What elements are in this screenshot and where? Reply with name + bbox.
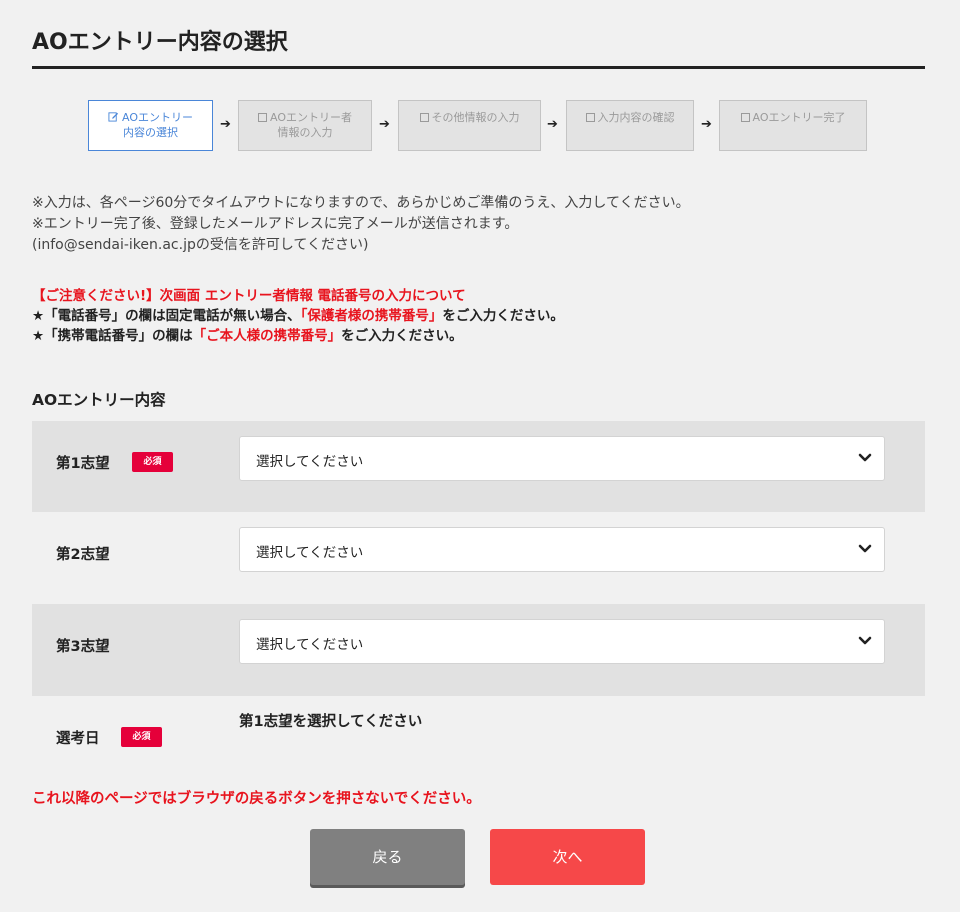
- step-arrow-icon: ➔: [379, 117, 390, 132]
- exam-date-value: 第1志望を選択してください: [239, 714, 423, 730]
- notice-line: ※エントリー完了後、登録したメールアドレスに完了メールが送信されます。: [32, 216, 519, 232]
- checkbox-icon: [258, 113, 267, 122]
- caution-line-2: ★「携帯電話番号」の欄は「ご本人様の携帯番号」をご入力ください。: [32, 328, 463, 344]
- back-button-warning: これ以降のページではブラウザの戻るボタンを押さないでください。: [32, 791, 481, 807]
- next-button[interactable]: 次へ: [490, 829, 645, 885]
- choice3-label: 第3志望: [56, 639, 110, 655]
- edit-icon: [108, 112, 119, 122]
- choice1-select-value: 選択してください: [256, 454, 364, 470]
- caution-heading: 【ご注意ください!】次画面 エントリー者情報 電話番号の入力について: [32, 288, 466, 304]
- form-row-exam-date: 選考日 必須 第1志望を選択してください: [32, 696, 925, 776]
- step-2-label: AOエントリー者 情報の入力: [239, 110, 371, 140]
- required-badge: 必須: [121, 727, 162, 747]
- choice1-select[interactable]: 選択してください: [239, 436, 885, 481]
- step-2: AOエントリー者 情報の入力: [238, 100, 372, 151]
- form-row-choice3: 第3志望 選択してください: [32, 604, 925, 696]
- step-1-label: AOエントリー 内容の選択: [89, 110, 212, 140]
- step-4: 入力内容の確認: [566, 100, 694, 151]
- step-4-label: 入力内容の確認: [567, 110, 693, 125]
- section-title: AOエントリー内容: [32, 391, 166, 409]
- step-arrow-icon: ➔: [547, 117, 558, 132]
- notice-line: (info@sendai-iken.ac.jpの受信を許可してください): [32, 237, 369, 253]
- notice-line: ※入力は、各ページ60分でタイムアウトになりますので、あらかじめご準備のうえ、入…: [32, 195, 690, 211]
- exam-date-label: 選考日: [56, 731, 100, 747]
- caution-emphasis: 「ご本人様の携帯番号」: [192, 328, 342, 344]
- step-3: その他情報の入力: [398, 100, 541, 151]
- choice2-select-value: 選択してください: [256, 545, 364, 561]
- caution-emphasis: 「保護者様の携帯番号」: [300, 308, 443, 324]
- checkbox-icon: [419, 113, 429, 122]
- step-arrow-icon: ➔: [220, 117, 231, 132]
- step-arrow-icon: ➔: [701, 117, 712, 132]
- choice1-label: 第1志望: [56, 456, 110, 472]
- form-row-choice1: 第1志望 必須 選択してください: [32, 421, 925, 512]
- step-5-label: AOエントリー完了: [720, 110, 866, 125]
- chevron-down-icon: [858, 544, 872, 553]
- back-button[interactable]: 戻る: [310, 829, 465, 885]
- checkbox-icon: [740, 113, 750, 122]
- step-3-label: その他情報の入力: [399, 110, 540, 125]
- step-5: AOエントリー完了: [719, 100, 867, 151]
- notice-text: ※入力は、各ページ60分でタイムアウトになりますので、あらかじめご準備のうえ、入…: [32, 193, 690, 256]
- choice3-select-value: 選択してください: [256, 637, 364, 653]
- choice3-select[interactable]: 選択してください: [239, 619, 885, 664]
- choice2-label: 第2志望: [56, 547, 110, 563]
- step-1: AOエントリー 内容の選択: [88, 100, 213, 151]
- choice2-select[interactable]: 選択してください: [239, 527, 885, 572]
- form-row-choice2: 第2志望 選択してください: [32, 512, 925, 603]
- checkbox-icon: [585, 113, 595, 122]
- caution-block: 【ご注意ください!】次画面 エントリー者情報 電話番号の入力について ★「電話番…: [32, 286, 564, 346]
- caution-line-1: ★「電話番号」の欄は固定電話が無い場合、「保護者様の携帯番号」をご入力ください。: [32, 308, 564, 324]
- step-progress: AOエントリー 内容の選択 ➔ AOエントリー者 情報の入力 ➔ その他情報の入…: [0, 0, 960, 160]
- chevron-down-icon: [858, 636, 872, 645]
- required-badge: 必須: [132, 452, 173, 472]
- chevron-down-icon: [858, 453, 872, 462]
